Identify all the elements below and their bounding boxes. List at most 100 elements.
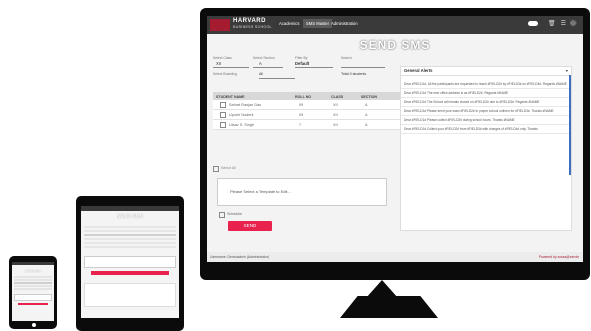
alerts-heading: General Alerts ▾: [401, 67, 571, 76]
class: XII: [333, 102, 338, 107]
harvard-logo: [210, 19, 230, 31]
phone-home-button: [32, 323, 36, 327]
tablet-form-row: [84, 230, 176, 232]
tablet-page-title: SEND SMS: [116, 214, 144, 220]
phone-table-row: [14, 288, 52, 290]
tablet-table-row: [84, 242, 176, 244]
brand-subtitle: BUSINESS SCHOOL: [233, 25, 272, 29]
alert-item[interactable]: Dear #FIELD1# The new office address is …: [401, 89, 571, 98]
alert-item[interactable]: Dear #FIELD1# Collect your #FIELD2# from…: [401, 125, 571, 134]
alerts-scrollbar[interactable]: [569, 75, 571, 175]
tablet-table-row: [84, 246, 176, 248]
tablet-alerts-panel: [84, 283, 176, 307]
roll-no: 7: [299, 122, 302, 127]
phone-form-row: [14, 279, 52, 281]
section: A: [365, 122, 368, 127]
chevron-down-icon[interactable]: ▾: [566, 67, 568, 75]
search-label: Search: [341, 56, 352, 60]
select-boarding-label: Select Boarding: [213, 72, 237, 76]
nav-sms-master[interactable]: SMS Master: [303, 19, 333, 28]
template-editor[interactable]: Please Select a Template to Edit...: [217, 178, 387, 206]
send-button[interactable]: SEND: [228, 221, 272, 231]
phone-table-header: [14, 282, 52, 284]
nav-administration[interactable]: Administration: [331, 21, 358, 26]
select-section-label: Select Section: [253, 56, 275, 60]
brand-name: HARVARD: [233, 18, 266, 24]
monitor-stand-foot: [340, 296, 438, 318]
alert-item[interactable]: Dear #FIELD1#, All the participants are …: [401, 80, 571, 89]
alert-item[interactable]: Dear #FIELD1# Please collect #FIELD2# du…: [401, 116, 571, 125]
select-all-checkbox[interactable]: [213, 166, 219, 172]
tablet-nav-bar: [81, 318, 179, 328]
col-roll-no: ROLL NO: [295, 94, 312, 99]
alert-item[interactable]: Dear #FIELD1# The School will remain clo…: [401, 98, 571, 107]
student-name: Uporie Nodent: [229, 112, 254, 117]
phone-topbar: [12, 262, 54, 265]
roll-no: 09: [299, 112, 304, 117]
alerts-heading-text: General Alerts: [404, 68, 433, 73]
schedule-label: Schedule: [227, 212, 242, 216]
row-checkbox[interactable]: [220, 102, 226, 108]
theme-toggle[interactable]: [528, 20, 539, 26]
phone-screen: SEND SMS: [12, 262, 54, 321]
total-students: Total 0 students: [341, 72, 367, 76]
table-row[interactable]: Utsav S. Singh 7 XII A: [213, 120, 401, 130]
footer-powered: Powered by sosss@zerole: [538, 255, 579, 259]
top-icons: 🗑 ☰ ⚙: [528, 20, 577, 27]
desktop-screen: HARVARD BUSINESS SCHOOL Academics SMS Ma…: [207, 16, 583, 262]
phone-table-row: [14, 285, 52, 287]
page-title: SEND SMS: [359, 38, 431, 52]
class: XII: [333, 122, 338, 127]
select-section-underline: [253, 67, 283, 68]
tablet-screen: SEND SMS: [81, 206, 179, 318]
tablet-topbar: [81, 206, 179, 211]
tablet-form-row: [84, 226, 176, 228]
select-class-underline: [213, 67, 249, 68]
filter-by-underline: [295, 67, 333, 68]
phone-form-row: [14, 276, 52, 278]
alert-item[interactable]: Dear #FIELD1# Please send your ward #FIE…: [401, 107, 571, 116]
table-row[interactable]: Uporie Nodent 09 XII A: [213, 110, 401, 120]
select-class-value[interactable]: XII: [216, 61, 221, 66]
filter-by-label: Filter By: [295, 56, 308, 60]
student-name: Sahrat Ranjan Das: [229, 102, 262, 107]
top-navbar: HARVARD BUSINESS SCHOOL Academics SMS Ma…: [207, 16, 583, 34]
filter-by-value[interactable]: Default: [295, 61, 309, 66]
boarding-underline: [259, 78, 295, 79]
col-student-name: STUDENT NAME: [216, 94, 245, 99]
template-placeholder: Please Select a Template to Edit...: [230, 189, 291, 194]
select-all-label: Select All: [221, 166, 236, 170]
table-header: STUDENT NAME ROLL NO CLASS SECTION: [213, 92, 401, 100]
footer: Username: Demoadmin (Administrator) Powe…: [207, 252, 583, 262]
table-row[interactable]: Sahrat Ranjan Das 09 XII A: [213, 100, 401, 110]
phone-page-title: SEND SMS: [25, 269, 41, 273]
footer-user: Username: Demoadmin (Administrator): [210, 255, 269, 259]
boarding-value[interactable]: All: [259, 72, 263, 76]
general-alerts-panel: General Alerts ▾ Dear #FIELD1#, All the …: [400, 66, 572, 231]
menu-icon[interactable]: ☰: [561, 21, 566, 27]
tablet-table-row: [84, 238, 176, 240]
col-section: SECTION: [361, 94, 377, 99]
section: A: [365, 102, 368, 107]
monitor-stand-neck: [366, 280, 398, 298]
class: XII: [333, 112, 338, 117]
student-name: Utsav S. Singh: [229, 122, 255, 127]
search-underline: [341, 67, 385, 68]
row-checkbox[interactable]: [220, 122, 226, 128]
trash-icon[interactable]: 🗑: [548, 21, 556, 27]
col-class: CLASS: [331, 94, 344, 99]
phone-template-box: [14, 293, 52, 301]
roll-no: 09: [299, 102, 304, 107]
tablet-table-header: [84, 234, 176, 236]
row-checkbox[interactable]: [220, 112, 226, 118]
select-section-value[interactable]: A: [259, 61, 262, 66]
gear-icon[interactable]: ⚙: [569, 21, 577, 27]
tablet-template-box: [84, 256, 176, 268]
section: A: [365, 112, 368, 117]
select-class-label: Select Class: [213, 56, 232, 60]
students-table: STUDENT NAME ROLL NO CLASS SECTION Sahra…: [213, 92, 401, 130]
schedule-checkbox[interactable]: [219, 212, 225, 218]
tablet-send-button: [91, 271, 169, 275]
phone-send-button: [18, 302, 48, 305]
nav-academics[interactable]: Academics: [279, 21, 299, 26]
